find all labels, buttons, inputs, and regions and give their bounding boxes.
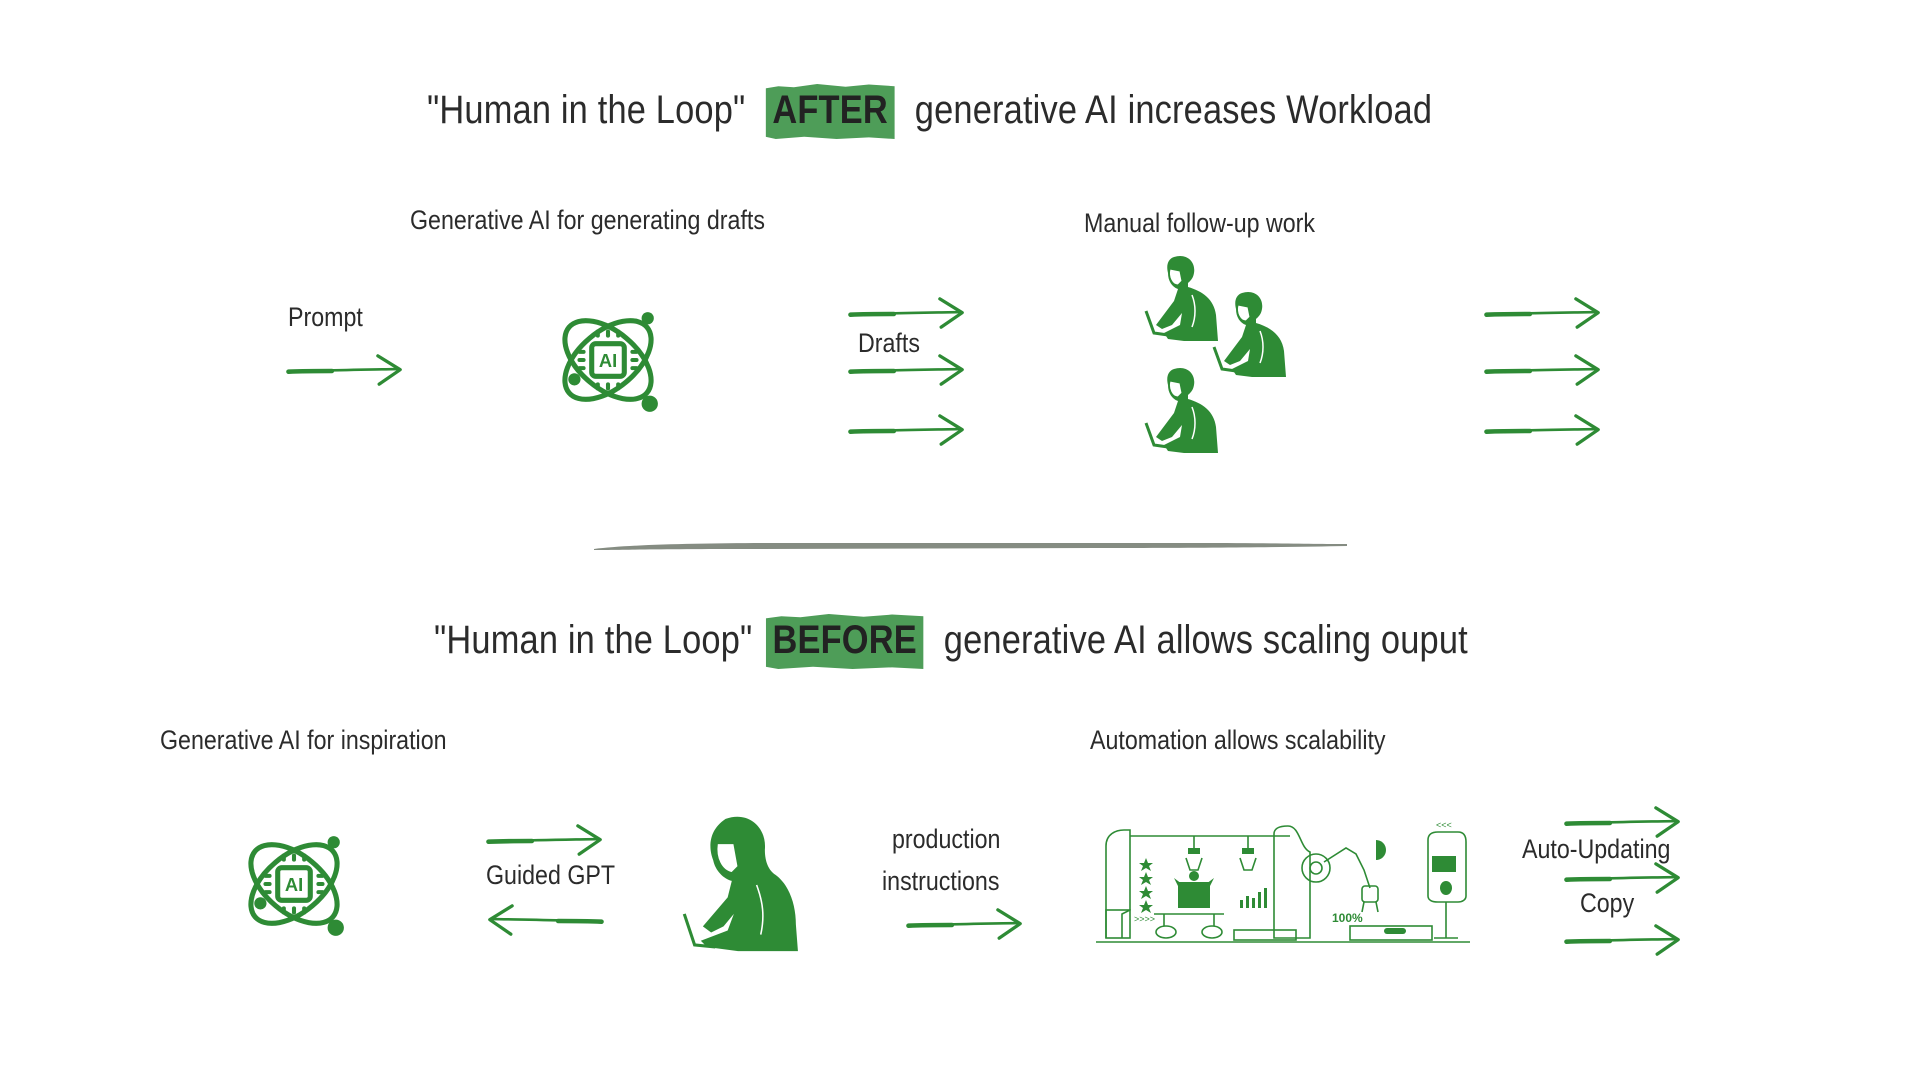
label-copy: Copy [1580,888,1635,918]
label-automation-scalability: Automation allows scalability [1090,725,1386,755]
label-prompt: Prompt [288,302,363,332]
before-title-prefix: "Human in the Loop" [434,618,753,662]
production-arrow [872,902,1058,948]
svg-text:>>>>: >>>> [1134,914,1155,924]
drafts-arrow-3 [814,408,1000,454]
label-generative-ai-inspiration: Generative AI for inspiration [160,725,447,755]
label-production: production [892,824,1001,854]
label-instructions: instructions [882,866,1000,896]
factory-percent-label: 100% [1332,911,1363,925]
person-at-laptop-icon [1144,366,1224,458]
before-title: "Human in the Loop" BEFORE generative AI… [434,618,1468,663]
output-arrow-2 [1450,348,1636,394]
label-generative-ai-drafts: Generative AI for generating drafts [410,205,765,235]
ai-chip-atom-icon [238,828,350,940]
output-arrow-1 [1450,291,1636,337]
after-highlight-badge: AFTER [765,88,894,133]
before-highlight-badge: BEFORE [766,618,924,663]
ai-chip-atom-icon [552,304,664,416]
after-title: "Human in the Loop" AFTER generative AI … [427,88,1432,133]
after-title-suffix: generative AI increases Workload [914,88,1433,132]
output-arrow-3 [1450,408,1636,454]
svg-text:<<<: <<< [1436,820,1452,830]
automation-factory-icon: 100% >>>> <<< [1096,820,1470,943]
guided-gpt-arrow-left [452,898,638,944]
woman-at-laptop-icon [676,812,800,958]
label-manual-follow-up: Manual follow-up work [1084,208,1316,238]
copy-arrow-3 [1530,918,1716,964]
after-title-prefix: "Human in the Loop" [427,88,746,132]
section-divider [594,543,1347,550]
person-at-laptop-icon [1212,290,1292,382]
before-title-suffix: generative AI allows scaling ouput [943,618,1468,662]
guided-gpt-arrow-right [452,818,638,864]
label-guided-gpt: Guided GPT [486,860,616,890]
drafts-arrow-2 [814,348,1000,394]
prompt-arrow [252,348,438,394]
